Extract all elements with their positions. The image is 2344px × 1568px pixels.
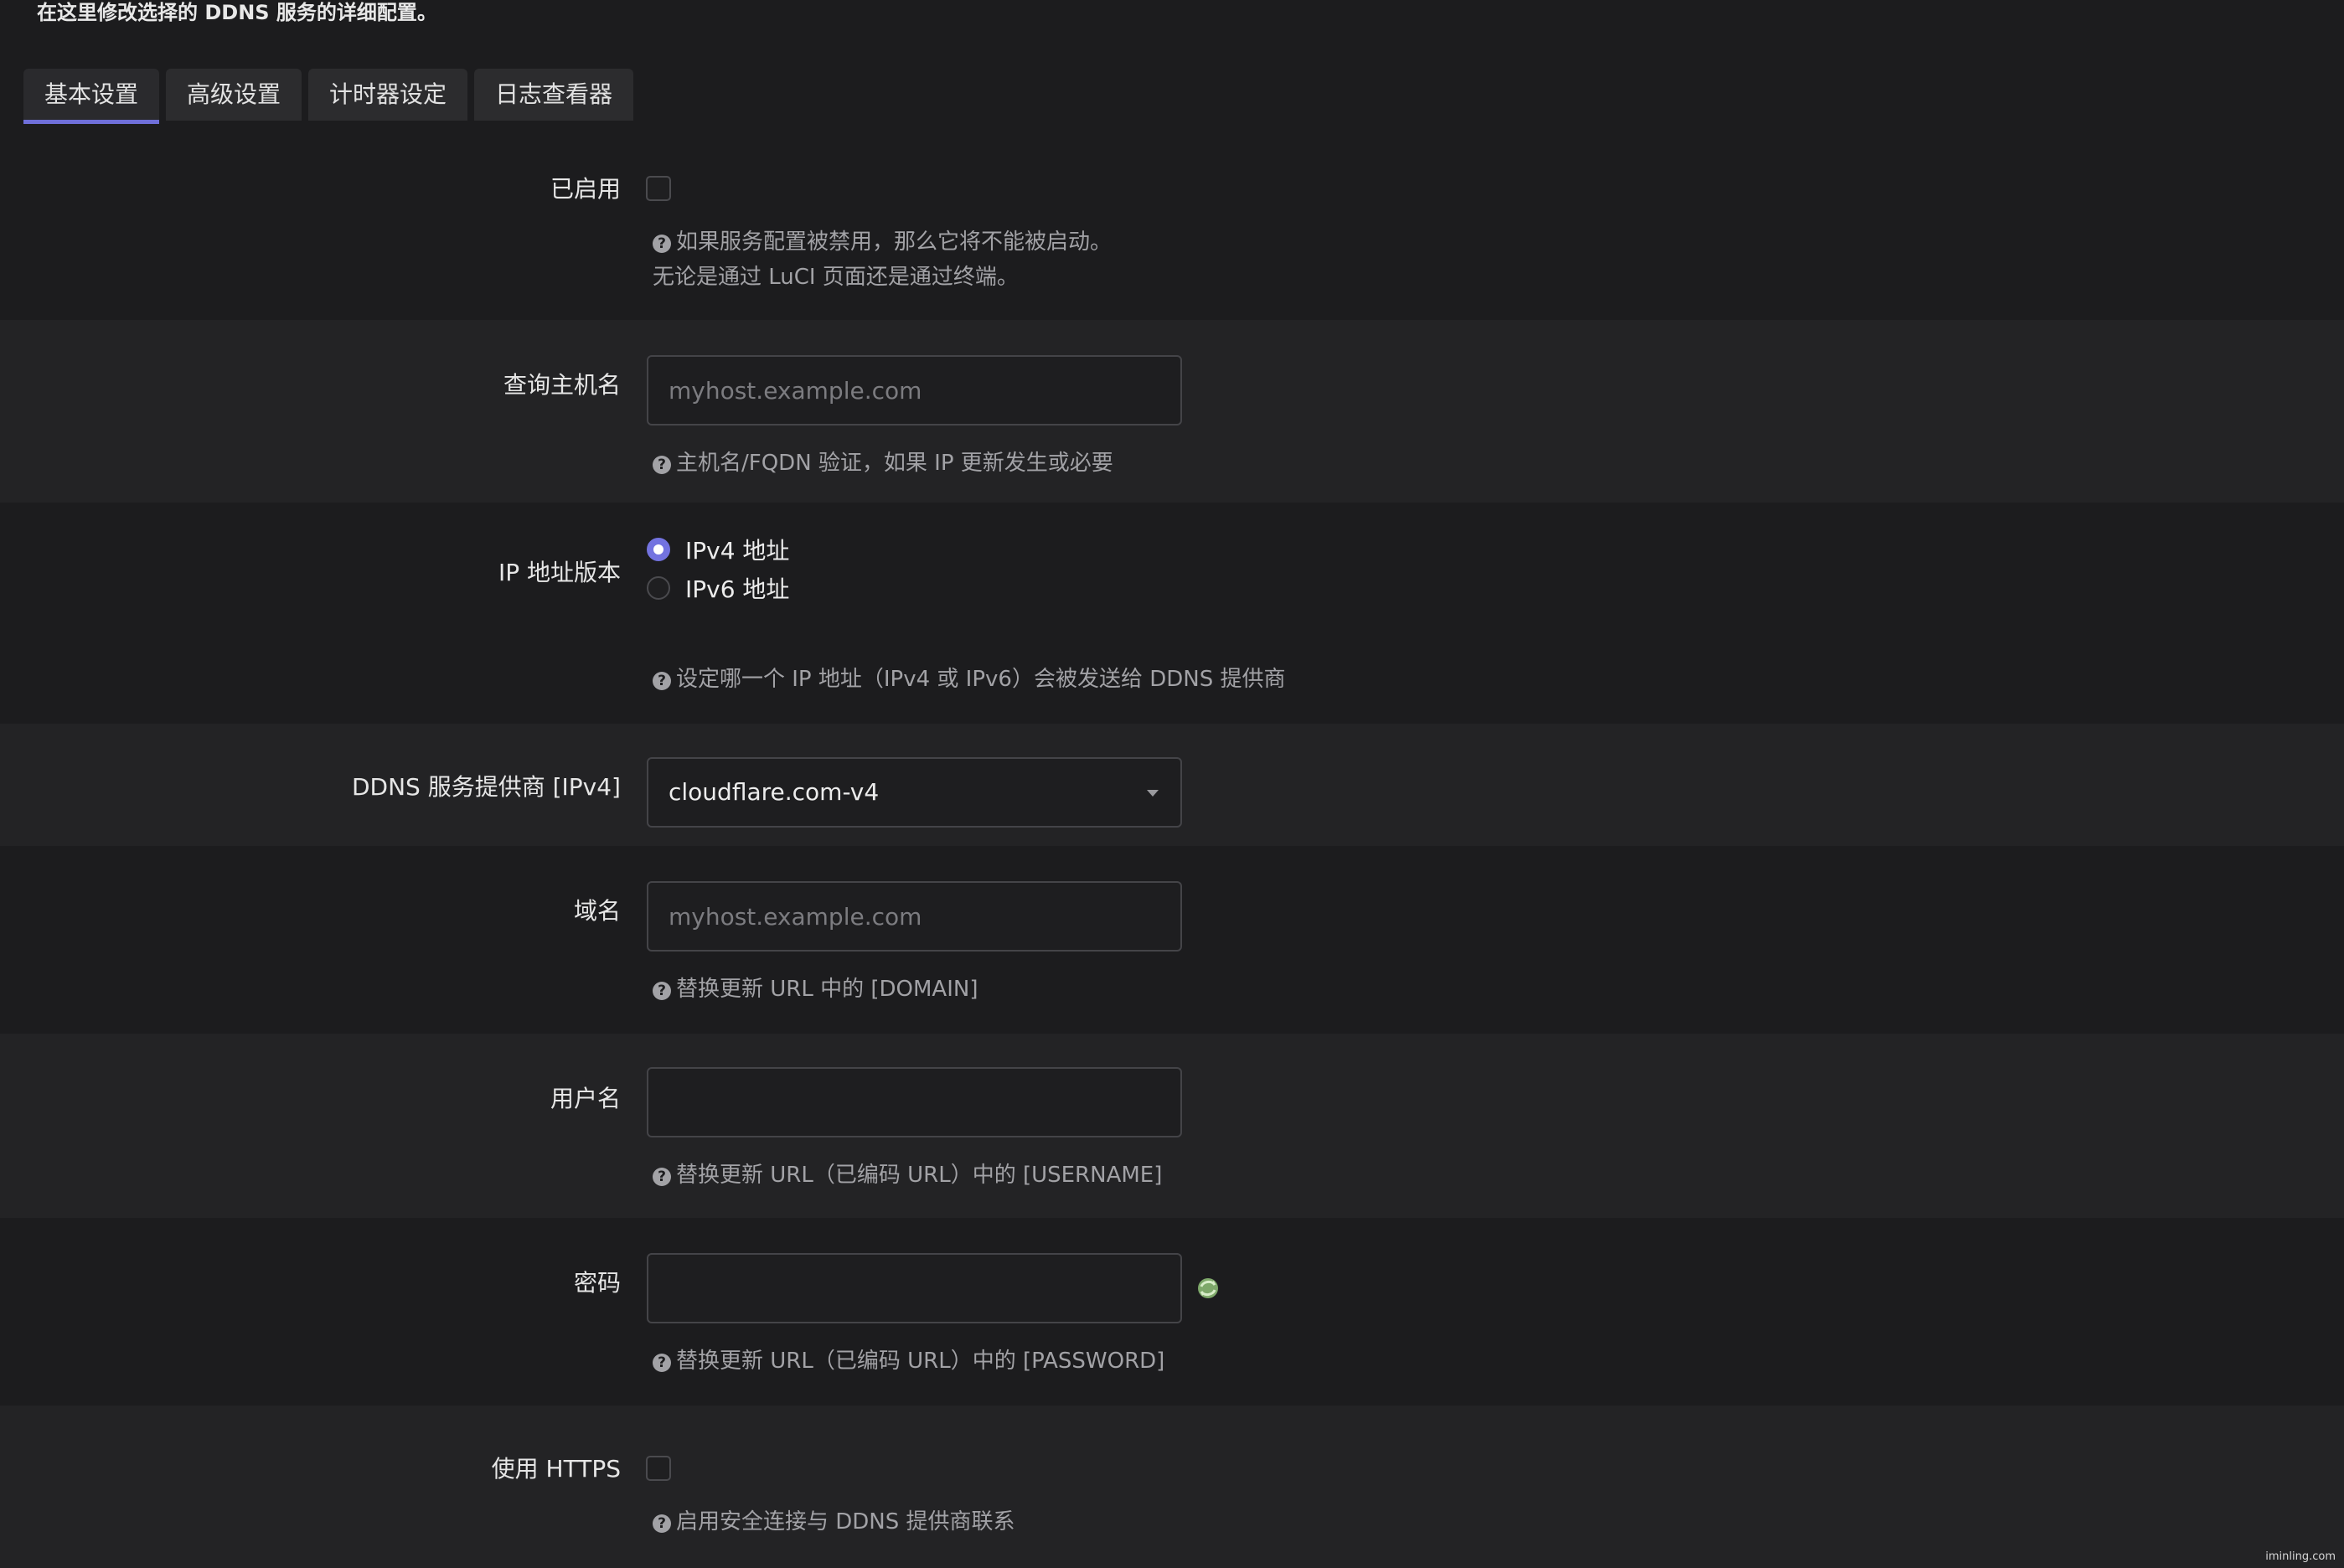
enabled-label: 已启用 (550, 175, 621, 203)
row-domain: 域名 ?替换更新 URL 中的 [DOMAIN] (0, 846, 2344, 1034)
help-icon: ? (653, 672, 671, 690)
help-icon: ? (653, 456, 671, 474)
reveal-password-icon[interactable] (1195, 1275, 1221, 1302)
ip-version-label: IP 地址版本 (498, 559, 621, 586)
provider-select[interactable]: cloudflare.com-v4 (647, 757, 1182, 828)
help-icon: ? (653, 235, 671, 253)
ipv6-radio[interactable] (647, 576, 670, 600)
row-lookup-host: 查询主机名 ?主机名/FQDN 验证，如果 IP 更新发生或必要 (0, 320, 2344, 503)
password-input[interactable] (647, 1253, 1182, 1323)
lookup-host-label: 查询主机名 (503, 371, 621, 399)
domain-label: 域名 (573, 897, 621, 925)
lookup-host-input[interactable] (647, 355, 1182, 426)
chevron-down-icon (1147, 790, 1159, 797)
ipv4-option[interactable]: IPv4 地址 (647, 533, 789, 566)
tab-timer-settings[interactable]: 计时器设定 (308, 69, 468, 121)
row-enabled: 已启用 ? 如果服务配置被禁用，那么它将不能被启动。 无论是通过 LuCI 页面还… (0, 126, 2344, 320)
row-use-https: 使用 HTTPS ? 启用安全连接与 DDNS 提供商联系 (0, 1406, 2344, 1568)
ipv6-option[interactable]: IPv6 地址 (647, 571, 789, 605)
password-help: ? 替换更新 URL（已编码 URL）中的 [PASSWORD] (653, 1344, 1164, 1379)
enabled-checkbox[interactable] (646, 176, 671, 201)
username-input[interactable] (647, 1067, 1182, 1137)
help-icon: ? (653, 982, 671, 1000)
tab-advanced-settings[interactable]: 高级设置 (166, 69, 302, 121)
password-label: 密码 (573, 1269, 621, 1297)
row-password: 密码 ? 替换更新 URL（已编码 URL）中的 [PASSWORD] (0, 1218, 2344, 1406)
provider-label: DDNS 服务提供商 [IPv4] (351, 773, 621, 801)
help-icon: ? (653, 1354, 671, 1372)
use-https-checkbox[interactable] (646, 1456, 671, 1481)
lookup-host-help: ? 主机名/FQDN 验证，如果 IP 更新发生或必要 (653, 446, 1113, 481)
row-username: 用户名 ? 替换更新 URL（已编码 URL）中的 [USERNAME] (0, 1034, 2344, 1218)
enabled-help: ? 如果服务配置被禁用，那么它将不能被启动。 无论是通过 LuCI 页面还是通过终… (653, 230, 1113, 290)
use-https-label: 使用 HTTPS (491, 1455, 621, 1483)
tab-log-viewer[interactable]: 日志查看器 (474, 69, 634, 121)
ipv6-label: IPv6 地址 (685, 575, 790, 603)
watermark: iminling.com (2265, 1550, 2336, 1563)
tab-bar: 基本设置 高级设置 计时器设定 日志查看器 (23, 69, 640, 124)
domain-help: ? 替换更新 URL 中的 [DOMAIN] (653, 972, 978, 1007)
ipv4-radio[interactable] (647, 538, 670, 561)
page-description: 在这里修改选择的 DDNS 服务的详细配置。 (37, 1, 437, 24)
ipv4-label: IPv4 地址 (685, 537, 790, 565)
row-ip-version: IP 地址版本 IPv4 地址 IPv6 地址 ? 设定哪一个 IP 地址（IPv… (0, 503, 2344, 724)
tab-basic-settings[interactable]: 基本设置 (23, 69, 160, 124)
provider-selected-value: cloudflare.com-v4 (669, 778, 880, 806)
username-help: ? 替换更新 URL（已编码 URL）中的 [USERNAME] (653, 1158, 1162, 1193)
use-https-help: ? 启用安全连接与 DDNS 提供商联系 (653, 1504, 1015, 1540)
help-icon: ? (653, 1514, 671, 1533)
ip-version-help: ? 设定哪一个 IP 地址（IPv4 或 IPv6）会被发送给 DDNS 提供商 (653, 662, 1285, 697)
domain-input[interactable] (647, 881, 1182, 952)
row-provider: DDNS 服务提供商 [IPv4] cloudflare.com-v4 (0, 724, 2344, 846)
username-label: 用户名 (550, 1085, 621, 1112)
help-icon: ? (653, 1168, 671, 1186)
